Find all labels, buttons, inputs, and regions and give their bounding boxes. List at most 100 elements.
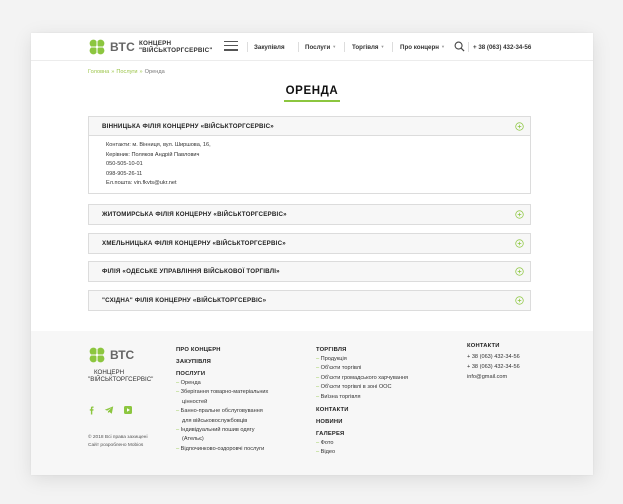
plus-circle-icon[interactable] xyxy=(515,122,524,131)
nav-divider xyxy=(298,42,299,52)
footer-trade-oos[interactable]: Об'єкти торгівлі в зоні ООС xyxy=(316,383,408,392)
footer-trade-mobile[interactable]: Виїзна торгівля xyxy=(316,393,408,402)
footer-logo[interactable]: ВТС xyxy=(88,345,136,365)
footer-link-news[interactable]: НОВИНИ xyxy=(316,419,408,425)
accordion-title: ЖИТОМИРСЬКА ФІЛІЯ КОНЦЕРНУ «ВІЙСЬКТОРГСЕ… xyxy=(102,211,287,218)
footer-link-services[interactable]: ПОСЛУГИ xyxy=(176,371,268,377)
accordion-header[interactable]: ВІННИЦЬКА ФІЛІЯ КОНЦЕРНУ «ВІЙСЬКТОРГСЕРВ… xyxy=(89,117,530,136)
footer-trade-products[interactable]: Продукція xyxy=(316,355,408,364)
footer-phone-2[interactable]: + 38 (063) 432-34-56 xyxy=(467,362,520,372)
nav-services[interactable]: Послуги ▼ xyxy=(305,44,336,51)
contact-email[interactable]: Ел.пошта: vin.fkvts@ukr.net xyxy=(106,179,530,189)
footer-contacts-heading[interactable]: КОНТАКТИ xyxy=(467,343,520,349)
breadcrumb-separator: » xyxy=(139,69,143,75)
nav-procurement-label: Закупівля xyxy=(254,44,285,51)
accordion-title: "СХІДНА" ФІЛІЯ КОНЦЕРНУ «ВІЙСЬКТОРГСЕРВІ… xyxy=(102,297,267,304)
footer-trade-catering[interactable]: Об'єкти громадського харчування xyxy=(316,374,408,383)
nav-about[interactable]: Про концерн ▼ xyxy=(400,44,445,51)
search-icon[interactable] xyxy=(454,41,465,52)
plus-circle-icon[interactable] xyxy=(515,239,524,248)
site-footer: ВТС КОНЦЕРН "ВІЙСЬКТОРГСЕРВІС" © 2018 Вс… xyxy=(31,331,593,475)
accordion-item-zhytomyr: ЖИТОМИРСЬКА ФІЛІЯ КОНЦЕРНУ «ВІЙСЬКТОРГСЕ… xyxy=(88,204,531,225)
footer-brand: КОНЦЕРН "ВІЙСЬКТОРГСЕРВІС" xyxy=(88,369,153,383)
footer-service-storage-cont[interactable]: цінностей xyxy=(176,398,268,407)
breadcrumb: Головна» Послуги» Оренда xyxy=(88,69,165,75)
footer-link-contacts[interactable]: КОНТАКТИ xyxy=(316,407,408,413)
plus-circle-icon[interactable] xyxy=(515,296,524,305)
accordion-title: ВІННИЦЬКА ФІЛІЯ КОНЦЕРНУ «ВІЙСЬКТОРГСЕРВ… xyxy=(102,123,274,130)
plus-circle-icon[interactable] xyxy=(515,267,524,276)
developer-credit[interactable]: Сайт розроблено Mobios xyxy=(88,442,148,450)
contact-phone-2[interactable]: 098-905-26-11 xyxy=(106,170,530,180)
nav-divider xyxy=(392,42,393,52)
footer-service-laundry[interactable]: Банно-пральне обслуговування xyxy=(176,407,268,416)
site-logo[interactable]: ВТС xyxy=(88,37,136,57)
accordion-title: ХМЕЛЬНИЦЬКА ФІЛІЯ КОНЦЕРНУ «ВІЙСЬКТОРГСЕ… xyxy=(102,240,286,247)
title-underline xyxy=(284,100,340,102)
footer-service-laundry-cont[interactable]: для військовослужбовців xyxy=(176,417,268,426)
chevron-down-icon: ▼ xyxy=(380,44,385,49)
footer-link-about[interactable]: ПРО КОНЦЕРН xyxy=(176,347,268,353)
breadcrumb-separator: » xyxy=(111,69,115,75)
footer-brand-line-2: "ВІЙСЬКТОРГСЕРВІС" xyxy=(88,376,154,383)
footer-column-contacts: КОНТАКТИ + 38 (063) 432-34-56 + 38 (063)… xyxy=(467,343,520,382)
footer-service-storage[interactable]: Зберігання товарно-матеріальних xyxy=(176,388,269,397)
hamburger-icon[interactable] xyxy=(224,41,238,53)
copyright-text: © 2018 Всі права захищені xyxy=(88,435,148,440)
nav-about-label: Про концерн xyxy=(400,44,440,51)
footer-email[interactable]: info@gmail.com xyxy=(467,372,520,382)
page-title: ОРЕНДА xyxy=(285,85,339,97)
footer-brand-line-1: КОНЦЕРН xyxy=(94,369,125,376)
footer-trade-objects[interactable]: Об'єкти торгівлі xyxy=(316,364,408,373)
accordion-item-odesa: ФІЛІЯ «ОДЕСЬКЕ УПРАВЛІННЯ ВІЙСЬКОВОЇ ТОР… xyxy=(88,261,531,282)
nav-trade-label: Торгівля xyxy=(352,44,379,51)
accordion-header[interactable]: ХМЕЛЬНИЦЬКА ФІЛІЯ КОНЦЕРНУ «ВІЙСЬКТОРГСЕ… xyxy=(89,234,530,253)
footer-service-tailoring-cont[interactable]: (Ательє) xyxy=(176,435,268,444)
nav-services-label: Послуги xyxy=(305,44,331,51)
clover-logo-icon xyxy=(89,347,105,363)
chevron-down-icon: ▼ xyxy=(441,44,445,49)
telegram-icon[interactable] xyxy=(104,405,114,415)
logo-text: ВТС xyxy=(110,348,135,362)
header-phone[interactable]: + 38 (063) 432-34-56 xyxy=(473,44,531,51)
footer-gallery-video[interactable]: Відео xyxy=(316,448,408,457)
breadcrumb-services[interactable]: Послуги xyxy=(116,69,137,75)
youtube-icon[interactable] xyxy=(123,405,133,415)
footer-service-tailoring[interactable]: Індивідуальний пошив одягу xyxy=(176,426,268,435)
accordion-title: ФІЛІЯ «ОДЕСЬКЕ УПРАВЛІННЯ ВІЙСЬКОВОЇ ТОР… xyxy=(102,268,280,275)
contact-phone-1[interactable]: 050-505-10-01 xyxy=(106,160,530,170)
footer-copyright: © 2018 Всі права захищені Сайт розроблен… xyxy=(88,434,148,450)
accordion-item-skhidna: "СХІДНА" ФІЛІЯ КОНЦЕРНУ «ВІЙСЬКТОРГСЕРВІ… xyxy=(88,290,531,311)
footer-link-trade[interactable]: ТОРГІВЛЯ xyxy=(316,347,408,353)
page-frame: ВТС КОНЦЕРН "ВІЙСЬКТОРГСЕРВІС" Закупівля… xyxy=(31,33,593,475)
chevron-down-icon: ▼ xyxy=(332,44,337,49)
contact-manager: Керівник: Поляков Андрій Павлович xyxy=(106,151,200,158)
nav-trade[interactable]: Торгівля ▼ xyxy=(352,44,384,51)
accordion-header[interactable]: ФІЛІЯ «ОДЕСЬКЕ УПРАВЛІННЯ ВІЙСЬКОВОЇ ТОР… xyxy=(89,262,530,281)
clover-logo-icon xyxy=(89,39,105,55)
logo-text: ВТС xyxy=(110,40,136,54)
accordion-body: Контакти: м. Вінниця, вул. Ширшова, 16, … xyxy=(89,136,530,193)
accordion-item-khmelnytskyi: ХМЕЛЬНИЦЬКА ФІЛІЯ КОНЦЕРНУ «ВІЙСЬКТОРГСЕ… xyxy=(88,233,531,254)
accordion-item-vinnytsia: ВІННИЦЬКА ФІЛІЯ КОНЦЕРНУ «ВІЙСЬКТОРГСЕРВ… xyxy=(88,116,531,194)
accordion-header[interactable]: ЖИТОМИРСЬКА ФІЛІЯ КОНЦЕРНУ «ВІЙСЬКТОРГСЕ… xyxy=(89,205,530,224)
contact-address: Контакти: м. Вінниця, вул. Ширшова, 16, xyxy=(106,142,211,148)
nav-procurement[interactable]: Закупівля xyxy=(254,44,285,51)
breadcrumb-home[interactable]: Головна xyxy=(88,69,109,75)
brand-line-1: КОНЦЕРН xyxy=(139,40,172,47)
footer-service-rent[interactable]: Оренда xyxy=(176,379,268,388)
footer-column-services: ПРО КОНЦЕРН ЗАКУПІВЛЯ ПОСЛУГИ Оренда Збе… xyxy=(176,347,268,454)
footer-gallery-photo[interactable]: Фото xyxy=(316,439,408,448)
footer-phone-1[interactable]: + 38 (063) 432-34-56 xyxy=(467,352,520,362)
footer-link-gallery[interactable]: ГАЛЕРЕЯ xyxy=(316,431,408,437)
footer-service-recreation[interactable]: Відпочинково-оздоровчі послуги xyxy=(176,445,268,454)
accordion-header[interactable]: "СХІДНА" ФІЛІЯ КОНЦЕРНУ «ВІЙСЬКТОРГСЕРВІ… xyxy=(89,291,530,310)
nav-divider xyxy=(344,42,345,52)
footer-link-procurement[interactable]: ЗАКУПІВЛЯ xyxy=(176,359,268,365)
brand-line-2: "ВІЙСЬКТОРГСЕРВІС" xyxy=(139,47,213,54)
plus-circle-icon[interactable] xyxy=(515,210,524,219)
nav-divider xyxy=(468,42,469,52)
nav-divider xyxy=(247,42,248,52)
facebook-icon[interactable] xyxy=(87,405,97,415)
site-header: ВТС КОНЦЕРН "ВІЙСЬКТОРГСЕРВІС" Закупівля… xyxy=(31,33,593,61)
